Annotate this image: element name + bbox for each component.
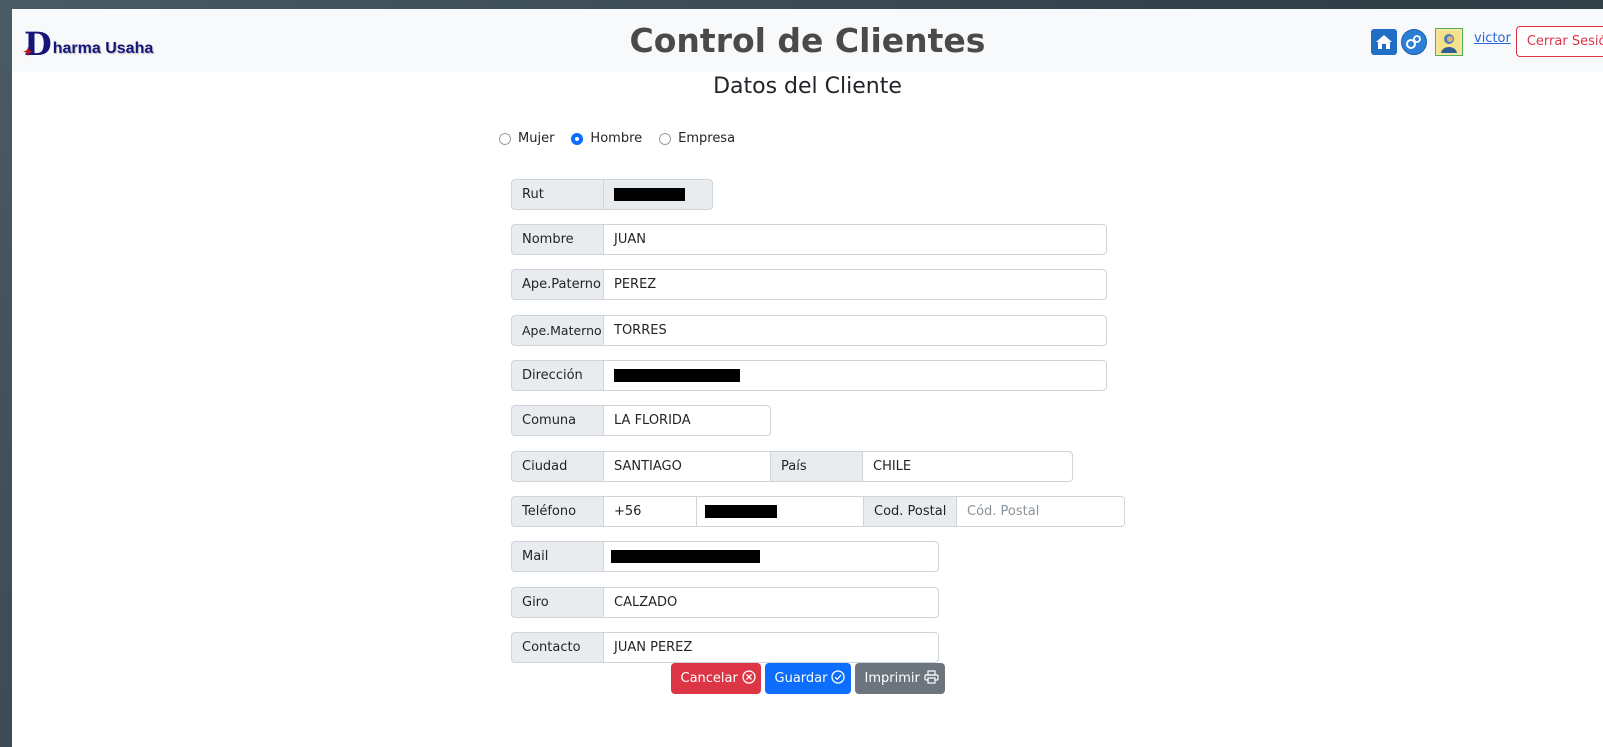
ape-paterno-label: Ape.Paterno — [511, 269, 604, 300]
pais-field[interactable]: CHILE — [863, 451, 1073, 482]
ape-materno-row: Ape.Materno TORRES — [511, 315, 1107, 346]
contacto-row: Contacto JUAN PEREZ — [511, 632, 939, 663]
home-icon[interactable] — [1371, 28, 1397, 55]
direccion-row: Dirección — [511, 360, 1107, 391]
ciudad-pais-row: Ciudad SANTIAGO País CHILE — [511, 451, 1073, 482]
rut-row: Rut — [511, 179, 713, 210]
giro-row: Giro CALZADO — [511, 587, 939, 618]
telefono-prefix-field[interactable]: +56 — [604, 496, 697, 527]
ape-materno-label: Ape.Materno — [511, 315, 604, 346]
radio-label: Mujer — [518, 131, 555, 146]
nombre-label: Nombre — [511, 224, 604, 255]
mail-label: Mail — [511, 541, 604, 572]
ape-materno-field[interactable]: TORRES — [604, 315, 1107, 346]
telefono-field[interactable] — [697, 496, 864, 527]
check-circle-icon — [831, 669, 846, 688]
top-bar: ✦ D harma Usaha Control de Clientes vict… — [12, 9, 1603, 72]
radio-button[interactable] — [659, 132, 672, 145]
cancel-label: Cancelar — [680, 671, 738, 686]
nombre-row: Nombre JUAN — [511, 224, 1107, 255]
ciudad-field[interactable]: SANTIAGO — [604, 451, 771, 482]
mail-row: Mail — [511, 541, 939, 572]
radio-label: Hombre — [590, 131, 643, 146]
comuna-row: Comuna LA FLORIDA — [511, 405, 771, 436]
telefono-row: Teléfono +56 Cod. Postal Cód. Postal — [511, 496, 1125, 527]
print-label: Imprimir — [864, 671, 920, 686]
radio-empresa[interactable]: Empresa — [659, 131, 735, 146]
user-toolbar: victor Cerrar Sesión — [1371, 26, 1603, 57]
direccion-field[interactable] — [604, 360, 1107, 391]
comuna-label: Comuna — [511, 405, 604, 436]
logout-button[interactable]: Cerrar Sesión — [1515, 26, 1603, 57]
rut-label: Rut — [511, 179, 604, 210]
action-buttons: Cancelar Guardar Imprimir — [12, 663, 1603, 694]
user-avatar-icon[interactable] — [1435, 27, 1463, 56]
save-button[interactable]: Guardar — [764, 663, 851, 694]
ape-paterno-field[interactable]: PEREZ — [604, 269, 1107, 300]
contacto-field[interactable]: JUAN PEREZ — [604, 632, 939, 663]
redacted-block — [705, 505, 777, 518]
redacted-block — [614, 369, 740, 382]
giro-field[interactable]: CALZADO — [604, 587, 939, 618]
x-circle-icon — [742, 669, 756, 688]
cancel-button[interactable]: Cancelar — [670, 663, 761, 694]
redacted-block — [614, 188, 685, 201]
client-type-radio-group: Mujer Hombre Empresa — [499, 131, 752, 146]
radio-label: Empresa — [678, 131, 736, 146]
rut-field[interactable] — [604, 179, 713, 210]
giro-label: Giro — [511, 587, 604, 618]
contacto-label: Contacto — [511, 632, 604, 663]
radio-button[interactable] — [499, 132, 511, 145]
section-title: Datos del Cliente — [713, 74, 902, 99]
pais-label: País — [771, 451, 863, 482]
app-title: Control de Clientes — [629, 21, 986, 60]
radio-hombre[interactable]: Hombre — [571, 131, 642, 146]
mail-field[interactable] — [604, 541, 939, 572]
printer-icon — [924, 669, 939, 688]
user-name-link[interactable]: victor — [1471, 31, 1511, 46]
save-label: Guardar — [774, 671, 828, 686]
comuna-field[interactable]: LA FLORIDA — [604, 405, 771, 436]
print-button[interactable]: Imprimir — [854, 663, 945, 694]
ape-paterno-row: Ape.Paterno PEREZ — [511, 269, 1107, 300]
telefono-label: Teléfono — [511, 496, 604, 527]
ciudad-label: Ciudad — [511, 451, 604, 482]
direccion-label: Dirección — [511, 360, 604, 391]
radio-mujer[interactable]: Mujer — [499, 131, 554, 146]
cod-postal-field[interactable]: Cód. Postal — [957, 496, 1125, 527]
nombre-field[interactable]: JUAN — [604, 224, 1107, 255]
cod-postal-label: Cod. Postal — [864, 496, 957, 527]
radio-button-selected[interactable] — [571, 132, 584, 145]
gears-icon[interactable] — [1401, 28, 1427, 55]
redacted-block — [611, 550, 760, 563]
